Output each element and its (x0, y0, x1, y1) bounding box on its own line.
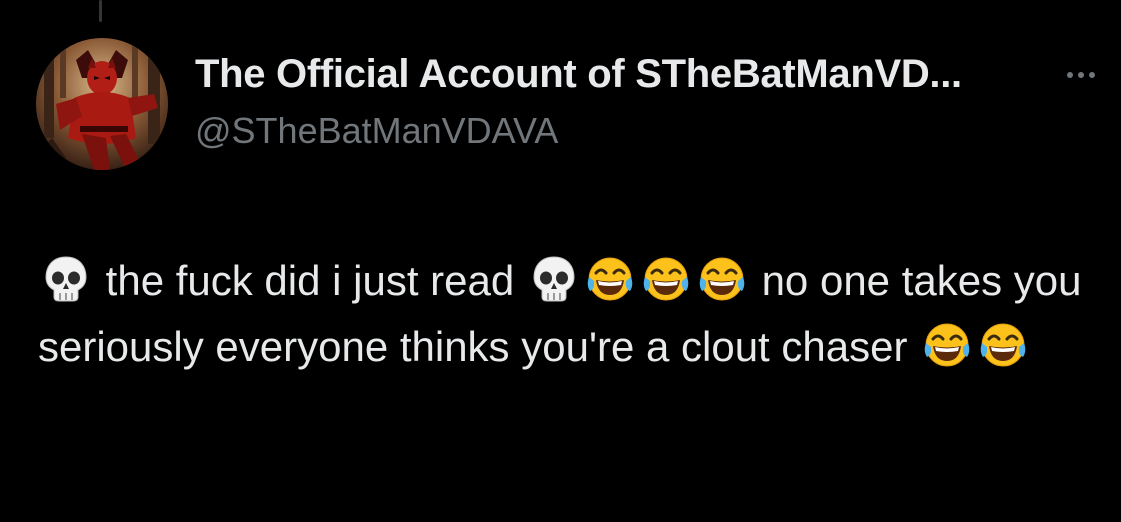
more-dot (1067, 72, 1073, 78)
daredevil-avatar-icon (36, 38, 168, 170)
tears-of-joy-emoji (696, 253, 748, 305)
tears-of-joy-emoji (640, 253, 692, 305)
tweet-text-segment-1: the fuck did i just read (94, 257, 526, 304)
more-dot (1078, 72, 1084, 78)
tears-of-joy-emoji (977, 319, 1029, 371)
more-dot (1089, 72, 1095, 78)
skull-emoji (528, 253, 580, 305)
thread-connector-line (99, 0, 102, 22)
author-display-name[interactable]: The Official Account of STheBatManVD... (195, 52, 962, 97)
author-handle[interactable]: @STheBatManVDAVA (195, 110, 558, 152)
more-options-icon[interactable] (1061, 60, 1101, 90)
author-row: The Official Account of STheBatManVD... (195, 52, 1101, 102)
tears-of-joy-emoji (584, 253, 636, 305)
tears-of-joy-emoji (921, 319, 973, 371)
skull-emoji (40, 253, 92, 305)
avatar[interactable] (36, 38, 168, 170)
tweet-text: the fuck did i just read no one takes yo… (38, 248, 1098, 380)
